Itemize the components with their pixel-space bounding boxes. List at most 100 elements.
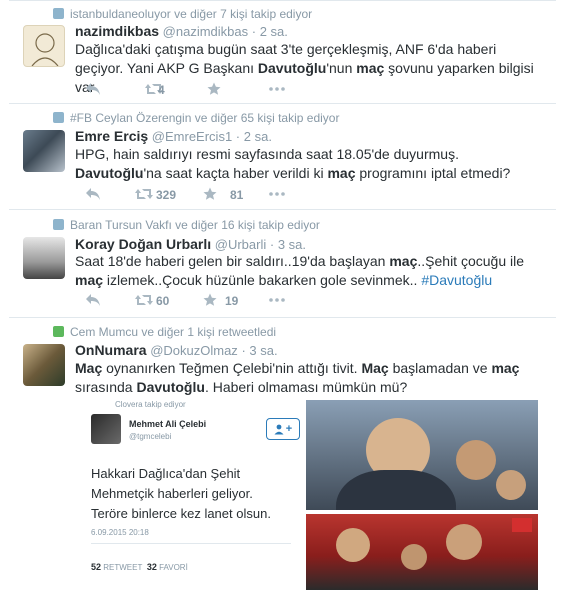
retweet-count: 4 [158,83,165,97]
text-highlight: maç [356,60,385,76]
text-part: izlemek..Çocuk hüzünle bakarken gole sev… [103,272,422,288]
text-part: HPG, hain saldırıyı resmi sayfasında saa… [75,146,459,162]
hashtag-link[interactable]: #Davutoğlu [421,272,492,288]
person-add-icon [274,424,284,434]
tweet[interactable]: Baran Tursun Vakfı ve diğer 16 kişi taki… [9,210,556,318]
embedded-retweet-label: RETWEET [103,563,143,572]
more-dots-icon[interactable] [269,192,285,196]
embedded-retweet-count: 52 [91,562,102,572]
reply-icon[interactable] [85,82,101,96]
reply-icon[interactable] [85,187,101,201]
separator-dot: · [235,129,241,144]
photo-face [456,440,496,480]
text-highlight: maç [327,165,356,181]
text-part: oynanırken Teğmen Çelebi'nin attığı tivi… [102,360,362,376]
avatar[interactable] [23,25,65,67]
favorite-count: 19 [225,294,239,308]
tweet-header: Emre Erciş @EmreErcis1 · 2 sa. [75,128,272,144]
embedded-favorite-count: 32 [146,562,157,572]
fullname[interactable]: Emre Erciş [75,128,148,144]
tweet-context: Baran Tursun Vakfı ve diğer 16 kişi taki… [53,218,320,232]
username[interactable]: @nazimdikbas [163,24,248,39]
text-part: Saat 18'de haberi gelen bir saldırı..19'… [75,253,390,269]
text-part: sırasında [75,379,137,395]
tweet-header: nazimdikbas @nazimdikbas · 2 sa. [75,23,288,39]
tweet-photo[interactable] [306,400,538,510]
tweet[interactable]: Cem Mumcu ve diğer 1 kişi retweetledi On… [9,318,556,590]
text-highlight: Maç [361,360,389,376]
star-icon[interactable] [203,293,217,307]
context-text[interactable]: Baran Tursun Vakfı ve diğer 16 kişi taki… [70,218,320,232]
star-icon[interactable] [203,187,217,201]
reply-icon[interactable] [85,293,101,307]
tweet-context: #FB Ceylan Özerengin ve diğer 65 kişi ta… [53,111,339,125]
star-icon[interactable] [207,82,221,96]
tweet-photo[interactable] [306,514,538,590]
timestamp[interactable]: 3 sa. [249,343,277,358]
text-highlight: Davutoğlu [136,379,205,395]
embedded-follow-button: + [266,418,300,440]
text-part: 'nun [326,60,357,76]
context-text[interactable]: Cem Mumcu ve diğer 1 kişi retweetledi [70,325,276,339]
person-follow-icon [53,8,64,19]
avatar[interactable] [23,237,65,279]
embedded-text: Hakkari Dağlıca'dan Şehit Mehmetçik habe… [91,466,271,521]
retweet-icon[interactable] [134,293,154,307]
more-dots-icon[interactable] [269,298,285,302]
text-part: . Haberi olmaması mümkün mü? [204,379,408,395]
embedded-context: Clovera takip ediyor [115,400,186,409]
fullname[interactable]: OnNumara [75,342,147,358]
person-follow-icon [53,112,64,123]
separator-dot: · [241,343,246,358]
follow-plus: + [285,423,293,435]
context-text[interactable]: istanbuldaneoluyor ve diğer 7 kişi takip… [70,7,312,21]
tv-logo-icon [512,518,532,532]
username[interactable]: @EmreErcis1 [152,129,232,144]
more-dots-icon[interactable] [269,87,285,91]
embedded-divider [91,543,291,544]
photo-face [336,528,370,562]
retweet-icon[interactable] [134,187,154,201]
text-highlight: Davutoğlu [75,165,144,181]
embedded-name: Mehmet Ali Çelebi [129,419,207,429]
embedded-handle: @tgmcelebi [129,432,172,441]
separator-dot: · [251,24,257,39]
embedded-avatar [91,414,121,444]
avatar[interactable] [23,130,65,172]
username[interactable]: @Urbarli [215,237,266,252]
timestamp[interactable]: 2 sa. [260,24,288,39]
timestamp[interactable]: 3 sa. [278,237,306,252]
username[interactable]: @DokuzOlmaz [150,343,238,358]
photo-face [446,524,482,560]
tweet-text: Maç oynanırken Teğmen Çelebi'nin attığı … [75,359,545,397]
text-highlight: Maç [75,360,103,376]
text-highlight: maç [389,253,418,269]
avatar[interactable] [23,344,65,386]
avatar-sketch-icon [31,33,59,66]
retweet-count: 329 [156,188,177,202]
text-part: ..Şehit çocuğu ile [417,253,524,269]
person-follow-icon [53,219,64,230]
tweet-text: HPG, hain saldırıyı resmi sayfasında saa… [75,145,545,183]
fullname[interactable]: nazimdikbas [75,23,159,39]
separator-dot: · [269,237,275,252]
tweet[interactable]: #FB Ceylan Özerengin ve diğer 65 kişi ta… [9,104,556,210]
photo-face [496,470,526,500]
tweet-header: Koray Doğan Urbarlı @Urbarli · 3 sa. [75,236,306,252]
tweet-header: OnNumara @DokuzOlmaz · 3 sa. [75,342,278,358]
timestamp[interactable]: 2 sa. [244,129,272,144]
text-part: programını iptal etmedi? [355,165,511,181]
embedded-tweet-image[interactable]: Clovera takip ediyor Mehmet Ali Çelebi @… [75,400,303,580]
text-highlight: maç [75,272,104,288]
tweet-text: Saat 18'de haberi gelen bir saldırı..19'… [75,252,545,290]
retweet-icon [53,326,64,337]
fullname[interactable]: Koray Doğan Urbarlı [75,236,211,252]
text-part: başlamadan ve [388,360,492,376]
tweet[interactable]: istanbuldaneoluyor ve diğer 7 kişi takip… [9,0,556,104]
context-text[interactable]: #FB Ceylan Özerengin ve diğer 65 kişi ta… [70,111,339,125]
tweet-context: Cem Mumcu ve diğer 1 kişi retweetledi [53,325,276,339]
retweet-count: 60 [156,294,170,308]
photo-body [336,470,456,510]
tweet-context: istanbuldaneoluyor ve diğer 7 kişi takip… [53,7,312,21]
text-highlight: Davutoğlu [257,60,327,76]
